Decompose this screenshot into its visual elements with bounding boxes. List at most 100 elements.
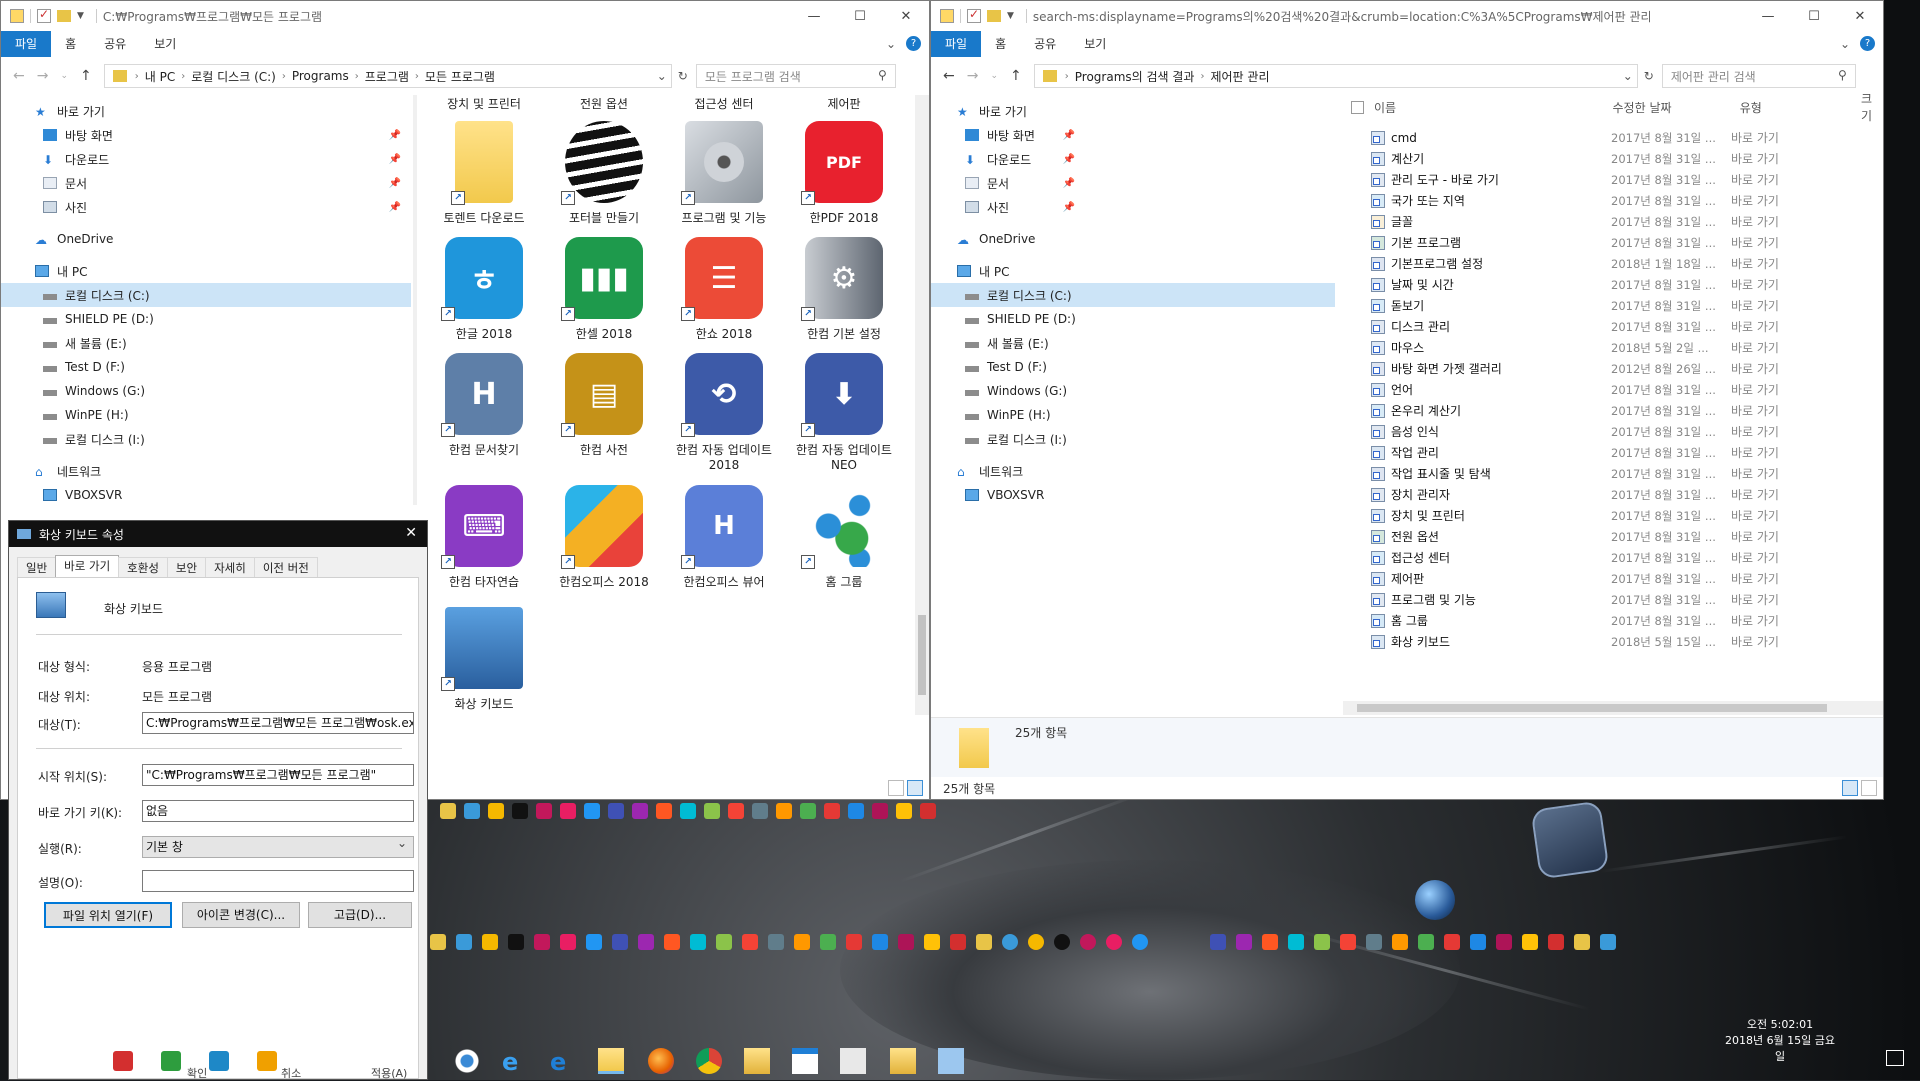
desktop-shortcut-icon[interactable] [656,803,672,819]
shortcut-properties-dialog[interactable]: 화상 키보드 속성 ✕ 일반 바로 가기 호환성 보안 자세히 이전 버전 화상… [8,520,428,1080]
nav-drive-i[interactable]: 로컬 디스크 (I:) [65,431,145,448]
desktop-shortcut-icon[interactable] [586,934,602,950]
sleep-icon[interactable] [257,1051,277,1071]
desktop-shortcut-icon[interactable] [664,934,680,950]
column-type[interactable]: 유형 [1740,99,1861,116]
tile-update-2018[interactable]: ⟲↗한컴 자동 업데이트 2018 [669,353,779,473]
file-row[interactable]: 장치 관리자2017년 8월 31일 ...바로 가기 [1371,484,1779,505]
file-row[interactable]: 온우리 계산기2017년 8월 31일 ...바로 가기 [1371,400,1779,421]
tab-home[interactable]: 홈 [51,31,90,57]
large-icons-view-icon[interactable] [907,780,923,796]
desktop-shortcut-icon[interactable] [1366,934,1382,950]
desktop-shortcut-icon[interactable] [690,934,706,950]
select-all-checkbox[interactable] [1351,101,1364,114]
shutdown-icon[interactable] [113,1051,133,1071]
tile-programs-features[interactable]: ↗프로그램 및 기능 [669,121,779,226]
file-row[interactable]: 제어판2017년 8월 31일 ...바로 가기 [1371,568,1779,589]
nav-drive-f[interactable]: Test D (F:) [65,360,125,374]
desktop-shortcut-icon[interactable] [728,803,744,819]
nav-downloads[interactable]: 다운로드 [987,151,1031,168]
recent-dropdown-icon[interactable]: ⌄ [990,71,998,81]
scrollbar-thumb[interactable] [918,615,926,695]
clock-gadget[interactable] [1530,800,1609,879]
file-row[interactable]: 계산기2017년 8월 31일 ...바로 가기 [1371,148,1779,169]
file-row[interactable]: 글꼴2017년 8월 31일 ...바로 가기 [1371,211,1779,232]
nav-drive-e[interactable]: 새 볼륨 (E:) [987,335,1049,352]
desktop-shortcut-icon[interactable] [1002,934,1018,950]
open-file-location-button[interactable]: 파일 위치 열기(F) [44,902,172,928]
target-field[interactable]: C:₩Programs₩프로그램₩모든 프로그램₩osk.exe" [142,712,414,734]
nav-desktop[interactable]: 바탕 화면 [987,127,1035,144]
search-input[interactable]: 모든 프로그램 검색 ⚲ [696,64,896,88]
tab-share[interactable]: 공유 [90,31,140,57]
file-row[interactable]: 작업 관리2017년 8월 31일 ...바로 가기 [1371,442,1779,463]
tile-label[interactable]: 제어판 [789,95,899,112]
search-input[interactable]: 제어판 관리 검색 ⚲ [1662,64,1856,88]
tile-dictionary[interactable]: ▤↗한컴 사전 [549,353,659,458]
column-name[interactable]: 이름 [1374,99,1613,116]
tile-hancom-settings[interactable]: ⚙↗한컴 기본 설정 [789,237,899,342]
tile-doc-finder[interactable]: H↗한컴 문서찾기 [429,353,539,458]
file-row[interactable]: cmd2017년 8월 31일 ...바로 가기 [1371,127,1779,148]
file-row[interactable]: 기본 프로그램2017년 8월 31일 ...바로 가기 [1371,232,1779,253]
desktop-shortcut-icon[interactable] [776,803,792,819]
details-view-icon[interactable] [888,780,904,796]
details-view-icon[interactable] [1842,780,1858,796]
back-icon[interactable]: ← [943,68,955,84]
file-row[interactable]: 장치 및 프린터2017년 8월 31일 ...바로 가기 [1371,505,1779,526]
firefox-icon[interactable] [648,1048,674,1074]
desktop-shortcut-icon[interactable] [440,803,456,819]
nav-onedrive[interactable]: OneDrive [57,232,113,246]
forward-icon[interactable]: → [967,68,979,84]
breadcrumb-item[interactable]: 로컬 디스크 (C:) [191,68,276,85]
new-folder-icon[interactable] [57,10,71,22]
desktop-shortcut-icon[interactable] [1262,934,1278,950]
desktop-shortcut-icon[interactable] [872,803,888,819]
keyboard-icon[interactable] [938,1048,964,1074]
nav-network[interactable]: 네트워크 [979,463,1023,480]
tab-file[interactable]: 파일 [1,31,51,57]
mail-icon[interactable] [840,1048,866,1074]
file-row[interactable]: 홈 그룹2017년 8월 31일 ...바로 가기 [1371,610,1779,631]
expand-ribbon-icon[interactable]: ⌄ [1840,37,1850,51]
desktop-shortcut-icon[interactable] [608,803,624,819]
desktop-shortcut-icon[interactable] [920,803,936,819]
tile-label[interactable]: 장치 및 프린터 [429,95,539,112]
start-in-field[interactable]: "C:₩Programs₩프로그램₩모든 프로그램" [142,764,414,786]
breadcrumb-item[interactable]: 모든 프로그램 [425,68,495,85]
desktop-shortcut-icon[interactable] [584,803,600,819]
nav-quick-access[interactable]: 바로 가기 [979,103,1027,120]
nav-documents[interactable]: 문서 [987,175,1009,192]
address-bar[interactable]: › 내 PC› 로컬 디스크 (C:)› Programs› 프로그램› 모든 … [104,64,672,88]
chrome-icon[interactable] [696,1048,722,1074]
help-icon[interactable]: ? [906,36,921,51]
desktop-shortcut-icon[interactable] [976,934,992,950]
tab-shortcut[interactable]: 바로 가기 [55,555,119,577]
settings-gear-icon[interactable] [454,1048,480,1074]
desktop-shortcut-icon[interactable] [534,934,550,950]
close-button[interactable]: ✕ [405,525,417,541]
checkbox-icon[interactable] [37,9,51,23]
desktop-shortcut-icon[interactable] [898,934,914,950]
nav-quick-access[interactable]: 바로 가기 [57,103,105,120]
horizontal-scrollbar[interactable] [1343,701,1883,715]
folder-icon[interactable] [744,1048,770,1074]
restart-icon[interactable] [161,1051,181,1071]
file-row[interactable]: 바탕 화면 가젯 갤러리2012년 8월 26일 ...바로 가기 [1371,358,1779,379]
hotkey-field[interactable]: 없음 [142,800,414,822]
run-select[interactable]: 기본 창 [142,836,414,858]
close-button[interactable]: ✕ [1837,1,1883,31]
file-row[interactable]: 음성 인식2017년 8월 31일 ...바로 가기 [1371,421,1779,442]
file-row[interactable]: 접근성 센터2017년 8월 31일 ...바로 가기 [1371,547,1779,568]
back-icon[interactable]: ← [13,68,25,84]
help-icon[interactable]: ? [1860,36,1875,51]
tile-label[interactable]: 접근성 센터 [669,95,779,112]
tile-label[interactable]: 전원 옵션 [549,95,659,112]
minimize-button[interactable]: — [1745,1,1791,31]
desktop-shortcut-icon[interactable] [1054,934,1070,950]
tile-update-neo[interactable]: ⬇↗한컴 자동 업데이트 NEO [789,353,899,473]
tile-onscreen-keyboard[interactable]: ↗화상 키보드 [429,607,539,712]
desktop-shortcut-icon[interactable] [508,934,524,950]
breadcrumb-item[interactable]: 제어판 관리 [1210,68,1269,85]
address-bar[interactable]: › Programs의 검색 결과› 제어판 관리 ⌄ [1034,64,1638,88]
